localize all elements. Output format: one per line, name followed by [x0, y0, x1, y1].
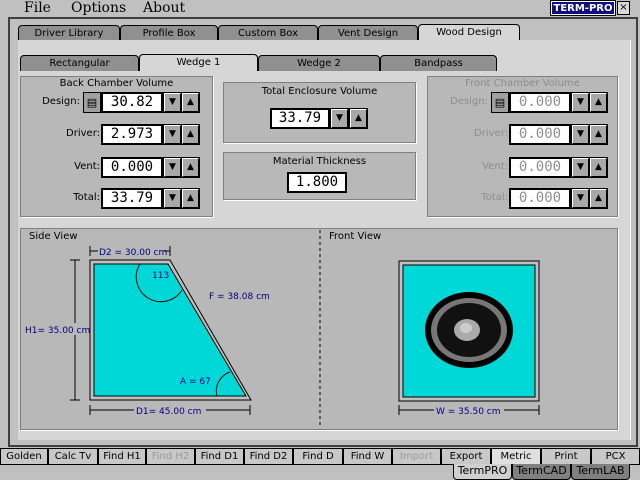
print-button[interactable]: Print [541, 448, 591, 465]
top-angle-label: 113 [152, 271, 169, 281]
pcx-button[interactable]: PCX [591, 448, 640, 465]
tab-termpro[interactable]: TermPRO [453, 464, 512, 480]
import-button[interactable]: Import [392, 448, 441, 465]
calc-tv-button[interactable]: Calc Tv [48, 448, 98, 465]
find-d2-button[interactable]: Find D2 [244, 448, 293, 465]
tab-termcad[interactable]: TermCAD [512, 464, 571, 480]
w-label: W = 35.50 cm [436, 407, 501, 417]
tab-termlab[interactable]: TermLAB [571, 464, 630, 480]
find-h2-button[interactable]: Find H2 [146, 448, 195, 465]
find-w-button[interactable]: Find W [343, 448, 392, 465]
export-button[interactable]: Export [441, 448, 491, 465]
find-d-button[interactable]: Find D [293, 448, 343, 465]
a-angle-label: A = 67 [180, 377, 211, 387]
views-drawing: D2 = 30.00 cm H1= 35.00 cm F = 38.08 cm … [24, 230, 540, 428]
golden-button[interactable]: Golden [0, 448, 48, 465]
d1-label: D1= 45.00 cm [136, 407, 201, 417]
h1-label: H1= 35.00 cm [25, 326, 90, 336]
find-h1-button[interactable]: Find H1 [98, 448, 146, 465]
metric-button[interactable]: Metric [491, 448, 541, 465]
find-d1-button[interactable]: Find D1 [195, 448, 244, 465]
f-label: F = 38.08 cm [209, 292, 270, 302]
d2-label: D2 = 30.00 cm [99, 248, 167, 258]
